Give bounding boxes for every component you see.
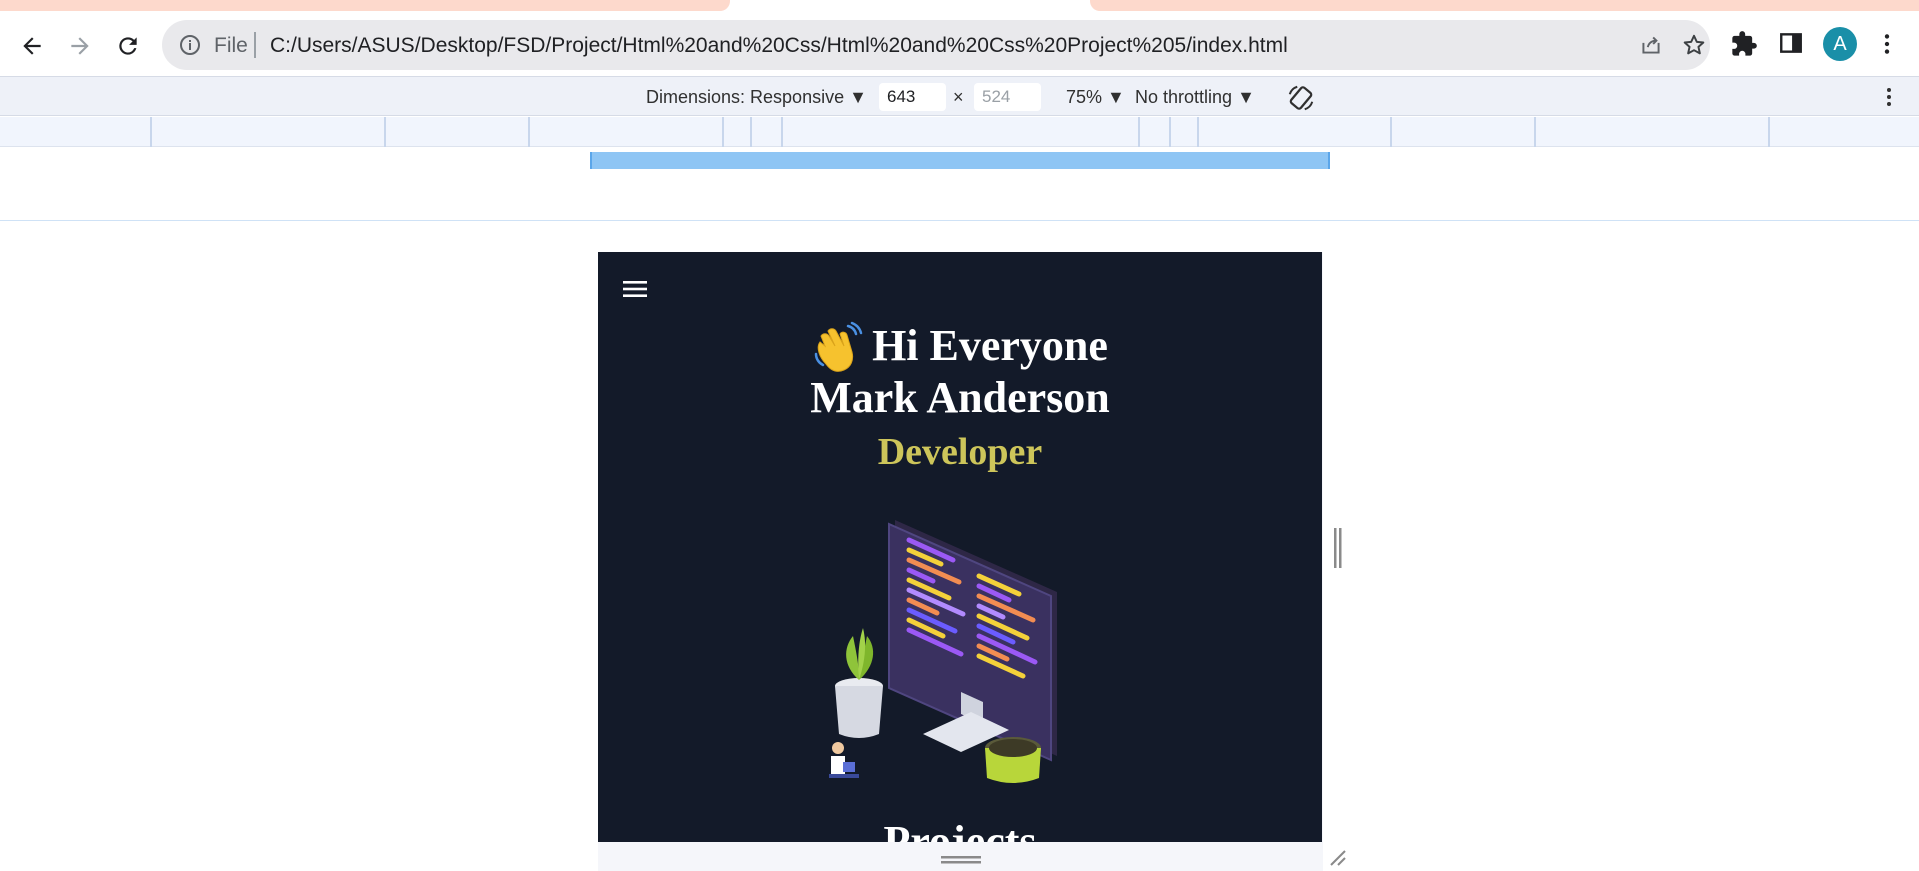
hero-section: Hi Everyone Mark Anderson Developer xyxy=(598,320,1322,478)
media-query-ruler xyxy=(0,117,1919,147)
emulated-page: Hi Everyone Mark Anderson Developer Proj… xyxy=(598,252,1322,842)
zoom-label: 75% xyxy=(1066,87,1103,107)
projects-heading: Projects xyxy=(883,817,1037,842)
ruler-breakpoint[interactable] xyxy=(528,117,530,147)
resize-handle-bottom[interactable] xyxy=(941,855,981,865)
viewport-divider xyxy=(0,220,1919,221)
back-button[interactable] xyxy=(16,30,48,62)
ruler-breakpoint[interactable] xyxy=(1534,117,1536,147)
height-input[interactable]: 524 xyxy=(974,83,1041,111)
dropdown-arrow-icon: ▼ xyxy=(1107,87,1125,107)
profile-avatar[interactable]: A xyxy=(1823,27,1857,61)
ruler-breakpoint[interactable] xyxy=(1197,117,1199,147)
address-bar[interactable]: File C:/Users/ASUS/Desktop/FSD/Project/H… xyxy=(162,20,1710,70)
ruler-breakpoint[interactable] xyxy=(1768,117,1770,147)
resize-handle-corner[interactable] xyxy=(1329,849,1347,867)
resize-handle-right[interactable] xyxy=(1333,528,1343,568)
url-text[interactable]: C:/Users/ASUS/Desktop/FSD/Project/Html%2… xyxy=(270,34,1288,58)
hero-greeting: Hi Everyone xyxy=(598,320,1322,372)
developer-illustration xyxy=(829,520,1057,783)
device-toolbar: Dimensions: Responsive ▼ 643 × 524 75% ▼… xyxy=(0,76,1919,116)
ruler-breakpoint[interactable] xyxy=(1390,117,1392,147)
ruler-breakpoint[interactable] xyxy=(722,117,724,147)
zoom-dropdown[interactable]: 75% ▼ xyxy=(1066,87,1125,108)
omnibox-separator xyxy=(254,32,256,58)
throttling-label: No throttling xyxy=(1135,87,1233,107)
width-input[interactable]: 643 xyxy=(879,83,946,111)
menu-dots-icon[interactable] xyxy=(1874,30,1900,58)
rotate-icon[interactable] xyxy=(1286,83,1316,113)
dropdown-arrow-icon: ▼ xyxy=(849,87,867,107)
throttling-dropdown[interactable]: No throttling ▼ xyxy=(1135,87,1255,108)
forward-button[interactable] xyxy=(64,30,96,62)
ruler-breakpoint[interactable] xyxy=(1169,117,1171,147)
hero-name: Mark Anderson xyxy=(810,373,1110,422)
star-icon[interactable] xyxy=(1681,32,1707,58)
ruler-breakpoint[interactable] xyxy=(750,117,752,147)
tab-inactive-right[interactable] xyxy=(1090,0,1919,11)
media-query-bar[interactable] xyxy=(590,152,1330,169)
hero-role: Developer xyxy=(877,431,1043,473)
share-icon[interactable] xyxy=(1638,32,1664,58)
ruler-breakpoint[interactable] xyxy=(781,117,783,147)
times-symbol: × xyxy=(953,87,964,107)
ruler-breakpoint[interactable] xyxy=(384,117,386,147)
dropdown-arrow-icon: ▼ xyxy=(1237,87,1255,107)
wave-emoji-icon xyxy=(814,321,863,372)
dimensions-label: Dimensions: Responsive xyxy=(646,87,845,107)
reload-icon xyxy=(119,37,137,55)
ruler-breakpoint[interactable] xyxy=(150,117,152,147)
scheme-label: File xyxy=(214,34,248,57)
tab-strip xyxy=(0,0,1919,12)
hamburger-icon[interactable] xyxy=(623,279,647,299)
forward-icon xyxy=(71,37,89,55)
reload-button[interactable] xyxy=(112,30,144,62)
info-icon[interactable] xyxy=(178,33,202,57)
devtools-more-icon[interactable] xyxy=(1877,85,1901,109)
browser-toolbar: File C:/Users/ASUS/Desktop/FSD/Project/H… xyxy=(0,12,1919,76)
greeting-text: Hi Everyone xyxy=(872,321,1108,370)
tab-inactive-left[interactable] xyxy=(0,0,730,11)
side-panel-icon[interactable] xyxy=(1778,30,1804,56)
ruler-breakpoint[interactable] xyxy=(1138,117,1140,147)
dimensions-dropdown[interactable]: Dimensions: Responsive ▼ xyxy=(646,87,867,108)
extensions-icon[interactable] xyxy=(1730,30,1758,58)
back-icon xyxy=(23,37,41,55)
